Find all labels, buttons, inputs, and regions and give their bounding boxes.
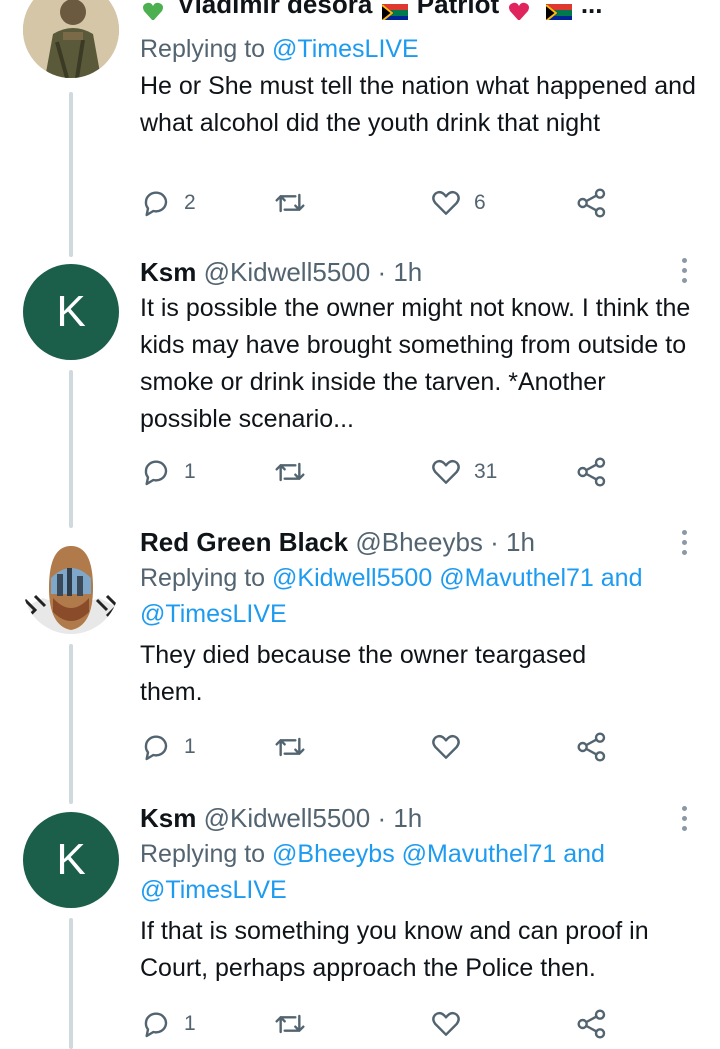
mention-link[interactable]: @TimesLIVE [140,600,287,628]
display-name[interactable]: Vladimir desora [177,0,372,19]
mention-link[interactable]: @Bheeybs [272,840,395,868]
retweet-button[interactable] [274,1004,318,1044]
heart-icon [432,734,460,759]
green-heart-icon [142,0,168,20]
timestamp[interactable]: 1h [393,803,422,833]
south-africa-flag-icon [380,0,408,20]
share-button[interactable] [576,1004,608,1044]
avatar[interactable]: K [23,812,119,908]
thread-line [69,644,73,804]
tweet-text: It is possible the owner might not know.… [140,294,691,433]
share-icon [577,1009,606,1039]
mention-link[interactable]: @TimesLIVE [272,35,419,63]
avatar-letter: K [56,287,86,336]
retweet-icon [275,193,305,213]
mention-link[interactable]: @Kidwell5500 [272,564,432,592]
avatar[interactable]: K [23,264,119,360]
handle[interactable]: @Bheeybs [355,527,483,557]
share-icon [577,732,606,762]
like-button[interactable] [430,727,474,767]
handle[interactable]: @Kidwell5500 [204,803,371,833]
display-name[interactable]: Red Green Black [140,527,348,557]
reply-count: 1 [184,1012,196,1035]
share-button[interactable] [576,727,608,767]
replying-label: Replying to [140,35,266,63]
south-africa-flag-icon [544,0,572,20]
display-name-suffix: Patriot [416,0,500,19]
and-label[interactable]: and [601,564,643,592]
reply-button[interactable]: 1 [140,452,196,492]
and-label[interactable]: and [563,840,605,868]
tweet-header: Ksm @Kidwell5500 · 1h [140,802,698,834]
tweet-text: They died because the owner teargased th… [140,641,587,706]
avatar-letter: K [56,835,86,884]
retweet-icon [275,462,305,482]
retweet-button[interactable] [274,727,318,767]
replying-to: Replying to @TimesLIVE [140,31,698,67]
replying-label: Replying to [140,840,266,868]
reply-button[interactable]: 2 [140,183,196,223]
avatar-photo [23,0,119,78]
like-count: 6 [474,191,486,214]
tweet-header: Red Green Black @Bheeybs · 1h [140,526,698,558]
share-button[interactable] [576,452,608,492]
share-icon [577,457,606,487]
timestamp[interactable]: 1h [393,257,422,287]
replying-to: Replying to @Bheeybs @Mavuthel71 and @Ti… [140,836,698,908]
reply-count: 1 [184,735,196,758]
display-name[interactable]: Ksm [140,257,196,287]
heart-icon [432,459,460,484]
replying-to: Replying to @Kidwell5500 @Mavuthel71 and… [140,560,698,632]
reply-button[interactable]: 1 [140,727,196,767]
timestamp[interactable]: 1h [506,527,535,557]
tweet-header: Ksm @Kidwell5500 · 1h [140,256,698,288]
tweet-actions: 2 6 [140,183,620,223]
name-ellipsis: ... [580,0,603,19]
thread-line [69,92,73,257]
tweet-actions: 1 31 [140,452,620,492]
reply-icon [144,735,168,761]
reply-button[interactable]: 1 [140,1004,196,1044]
heart-icon [432,1011,460,1036]
reply-icon [144,1012,168,1038]
share-button[interactable] [576,183,608,223]
tweet-actions: 1 [140,1004,620,1044]
mention-link[interactable]: @Mavuthel71 [439,564,594,592]
thread-line [69,918,73,1049]
like-count: 31 [474,460,498,483]
mention-link[interactable]: @Mavuthel71 [402,840,557,868]
tweet-text: If that is something you know and can pr… [140,917,649,982]
retweet-button[interactable] [274,452,318,492]
reply-count: 1 [184,460,196,483]
reply-icon [144,460,168,486]
avatar[interactable] [23,538,119,634]
tweet-actions: 1 [140,727,620,767]
handle[interactable]: @Kidwell5500 [204,257,371,287]
heart-icon [432,190,460,215]
avatar[interactable] [23,0,119,78]
tweet-text: He or She must tell the nation what happ… [140,72,696,137]
separator: · [377,803,387,833]
red-heart-icon [508,0,534,20]
separator: · [490,527,499,557]
like-button[interactable]: 6 [430,183,486,223]
mention-link[interactable]: @TimesLIVE [140,876,287,904]
avatar-photo [23,538,119,634]
like-button[interactable] [430,1004,474,1044]
like-button[interactable]: 31 [430,452,497,492]
share-icon [577,188,606,218]
retweet-icon [275,1014,305,1034]
reply-count: 2 [184,191,196,214]
reply-icon [144,191,168,217]
retweet-icon [275,737,305,757]
tweet-header: Vladimir desora Patriot ... [140,0,698,20]
display-name[interactable]: Ksm [140,803,196,833]
replying-label: Replying to [140,564,266,592]
retweet-button[interactable] [274,183,318,223]
thread-line [69,370,73,528]
separator: · [377,257,387,287]
